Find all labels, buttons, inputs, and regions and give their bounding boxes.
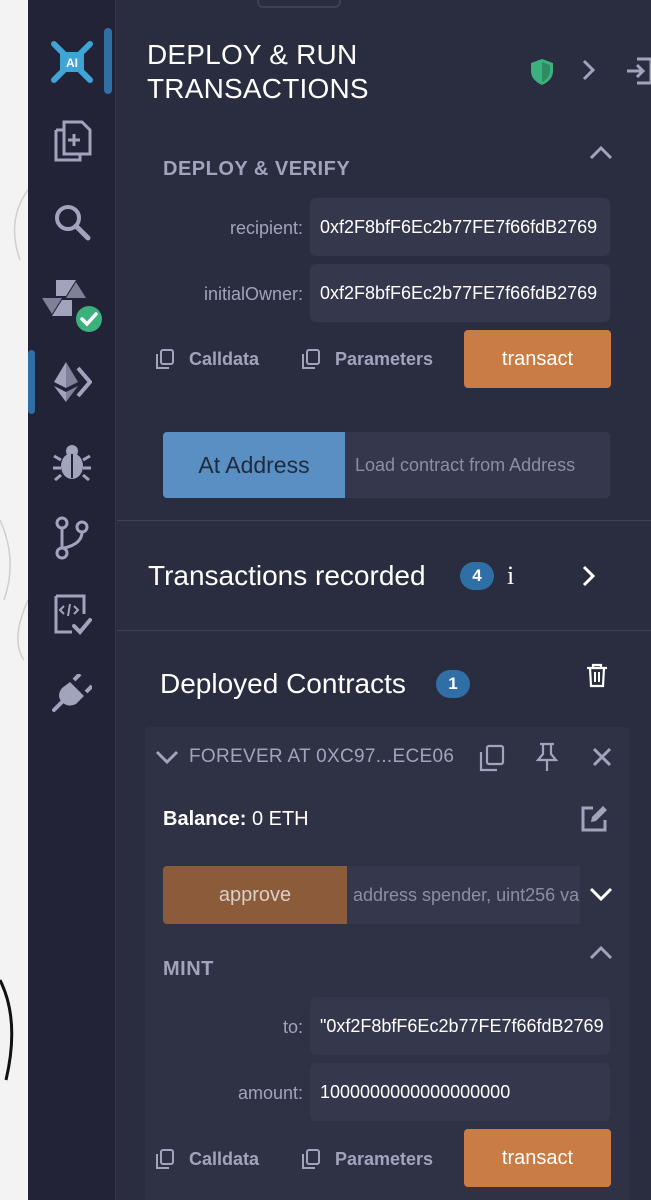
copy-icon [156,349,174,369]
recipient-label: recipient: [229,218,303,238]
at-address-button[interactable]: At Address [163,432,345,498]
sidebar-item-search[interactable] [28,192,116,252]
parameters-label: Parameters [335,348,434,369]
top-tab-stub [257,0,341,8]
sidebar-item-deploy-run[interactable] [28,352,116,412]
approve-args-input[interactable]: address spender, uint256 value [347,866,580,924]
verification-icon [54,594,92,635]
mint-transact-button[interactable]: transact [464,1129,611,1187]
shield-icon[interactable] [529,58,555,86]
divider [117,520,651,521]
panel-title: DEPLOY & RUN TRANSACTIONS [147,39,369,104]
edit-icon[interactable] [579,804,609,834]
contract-instance-title[interactable]: FOREVER AT 0XC97...ECE06 [189,746,459,768]
sidebar-item-solidity-compiler[interactable] [28,272,116,332]
approve-button[interactable]: approve [163,866,347,924]
mint-section-title: MINT [163,958,214,980]
amount-label: amount: [237,1083,303,1103]
transactions-count-badge: 4 [460,562,494,590]
copy-icon [156,1149,174,1169]
initial-owner-input[interactable]: 0xf2F8bfF6Ec2b77FE7f66fdB2769 [310,264,610,322]
chevron-right-icon[interactable] [581,564,597,588]
initial-owner-label: initialOwner: [203,284,303,304]
file-explorer-icon [54,120,92,162]
amount-input[interactable]: 1000000000000000000 [310,1063,610,1121]
deployed-count-badge: 1 [436,670,470,698]
sidebar-item-debugger[interactable] [28,432,116,492]
contract-balance: Balance: 0 ETH [163,808,309,831]
chevron-down-icon[interactable] [589,886,613,902]
git-icon [55,516,89,560]
deploy-section-title: DEPLOY & VERIFY [163,158,351,180]
copy-parameters-button[interactable]: Parameters [301,1148,433,1170]
divider [117,630,651,631]
sidebar-item-plugin-manager[interactable] [28,664,116,724]
deployed-contracts-title: Deployed Contracts [160,668,406,699]
deploy-transact-button[interactable]: transact [464,330,611,388]
icon-sidebar: AI [28,0,116,1200]
info-icon[interactable]: i [507,561,514,591]
balance-value: 0 ETH [251,808,309,830]
sidebar-item-git[interactable] [28,508,116,568]
copy-calldata-button[interactable]: Calldata [155,1148,259,1170]
chevron-right-icon[interactable] [581,58,597,82]
to-input[interactable]: "0xf2F8bfF6Ec2b77FE7f66fdB2769 [310,997,610,1055]
balance-label: Balance: [163,808,247,830]
chevron-up-icon[interactable] [589,944,613,960]
chevron-down-icon[interactable] [155,749,179,765]
background-canvas [0,0,28,1200]
chevron-up-icon[interactable] [589,144,613,160]
solidity-compiler-icon [42,280,102,332]
copy-icon[interactable] [479,744,505,772]
parameters-label: Parameters [335,1148,434,1169]
deploy-run-icon [54,362,92,402]
sidebar-item-file-explorer[interactable] [28,110,116,170]
sidebar-item-ai[interactable]: AI [28,32,116,92]
calldata-label: Calldata [189,1148,260,1169]
close-plugin-icon[interactable] [625,56,651,86]
ai-assistant-icon: AI [51,41,93,83]
close-icon[interactable] [591,746,613,768]
search-icon [55,205,91,241]
plugin-manager-icon [52,674,92,712]
pin-icon[interactable] [535,742,559,772]
copy-parameters-button[interactable]: Parameters [301,348,433,370]
recipient-input[interactable]: 0xf2F8bfF6Ec2b77FE7f66fdB2769 [310,198,610,256]
sidebar-item-verification[interactable] [28,584,116,644]
copy-icon [302,1149,320,1169]
to-label: to: [282,1017,303,1037]
copy-icon [302,349,320,369]
ai-label: AI [66,56,78,70]
calldata-label: Calldata [189,348,260,369]
debugger-icon [53,445,91,482]
deploy-run-panel: DEPLOY & RUN TRANSACTIONS DEPLOY & VERIF… [117,0,651,1200]
trash-icon[interactable] [585,662,609,688]
copy-calldata-button[interactable]: Calldata [155,348,259,370]
load-contract-address-input[interactable]: Load contract from Address [345,432,610,498]
transactions-recorded-title[interactable]: Transactions recorded [148,560,426,592]
